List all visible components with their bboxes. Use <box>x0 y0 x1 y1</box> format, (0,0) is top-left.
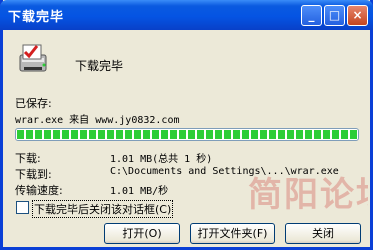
maximize-icon: □ <box>328 8 341 22</box>
open-folder-button[interactable]: 打开文件夹(F) <box>190 223 275 244</box>
progress-fill <box>17 130 357 139</box>
downloaded-value: 1.01 MB(总共 1 秒) <box>110 154 213 165</box>
minimize-button[interactable]: _ <box>301 5 322 26</box>
download-complete-dialog: 下载完毕 _ □ × 下载完毕 已保存: wrar.exe 来自 www.jy0… <box>0 0 373 250</box>
header-text: 下载完毕 <box>75 59 124 73</box>
transfer-rate-value: 1.01 MB/秒 <box>110 186 169 197</box>
downloaded-label: 下载: <box>15 152 41 165</box>
open-button[interactable]: 打开(O) <box>104 223 180 244</box>
download-to-label: 下载到: <box>15 168 52 181</box>
close-window-button[interactable]: × <box>347 5 368 26</box>
minimize-icon: _ <box>308 8 315 22</box>
saved-label: 已保存: <box>15 97 52 110</box>
close-on-complete-checkbox[interactable] <box>16 201 29 214</box>
window-title: 下载完毕 <box>8 10 65 25</box>
transfer-rate-label: 传输速度: <box>15 184 63 197</box>
download-progress-bar <box>15 128 359 141</box>
dialog-content: 下载完毕 已保存: wrar.exe 来自 www.jy0832.com 下载:… <box>3 27 370 247</box>
title-bar[interactable]: 下载完毕 _ □ × <box>0 0 373 30</box>
maximize-button[interactable]: □ <box>324 5 345 26</box>
saved-file-source: wrar.exe 来自 www.jy0832.com <box>15 115 180 126</box>
download-complete-icon <box>19 44 47 72</box>
close-button[interactable]: 关闭 <box>285 223 361 244</box>
download-to-value: C:\Documents and Settings\...\wrar.exe <box>110 166 339 177</box>
close-on-complete-label[interactable]: 下载完毕后关闭该对话框(C) <box>32 200 174 218</box>
close-icon: × <box>352 8 363 22</box>
